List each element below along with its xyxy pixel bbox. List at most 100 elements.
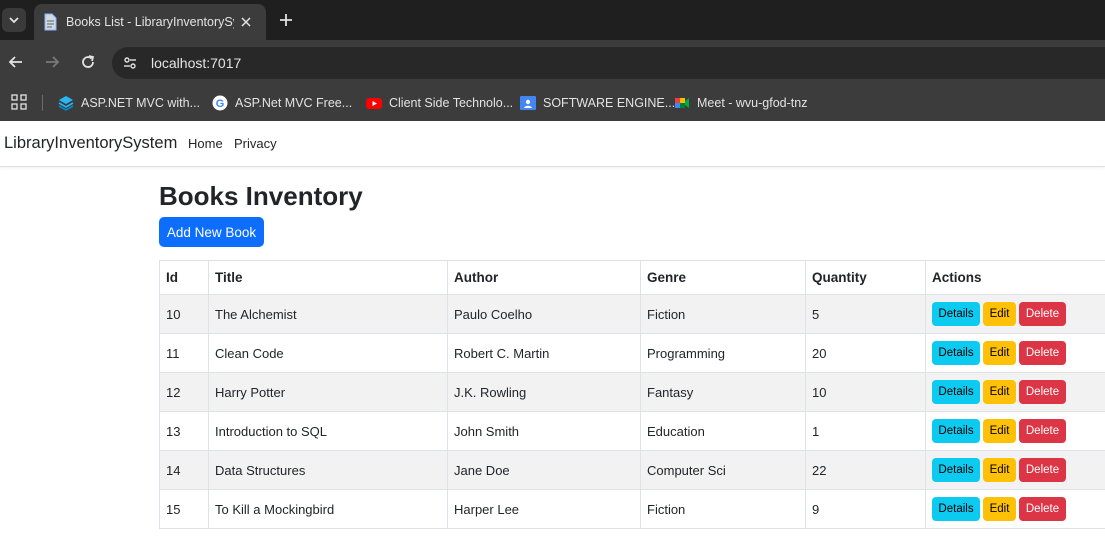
details-button[interactable]: Details [932,302,980,326]
brand-link[interactable]: LibraryInventorySystem [4,134,177,153]
table-header-row: Id Title Author Genre Quantity Actions [159,260,1105,295]
close-tab-icon[interactable] [238,14,254,30]
table-row: 11 Clean Code Robert C. Martin Programmi… [159,333,1105,373]
cell-author: Jane Doe [447,450,641,490]
delete-button[interactable]: Delete [1019,458,1066,482]
cell-actions: Details Edit Delete [925,372,1105,412]
classroom-icon [520,95,536,111]
chevron-down-icon [9,17,19,24]
delete-button[interactable]: Delete [1019,302,1066,326]
back-button[interactable] [6,52,26,72]
bookmark-label: Meet - wvu-gfod-tnz [697,96,808,110]
cell-title: To Kill a Mockingbird [208,489,448,529]
column-header-author: Author [447,260,641,295]
reload-icon [82,55,95,68]
browser-tab-strip: Books List - LibraryInventorySys [0,0,1105,40]
document-icon [44,13,57,31]
cell-quantity: 10 [805,372,926,412]
nav-link-home[interactable]: Home [188,136,223,151]
add-new-book-button[interactable]: Add New Book [159,217,264,247]
edit-button[interactable]: Edit [983,341,1016,365]
edit-button[interactable]: Edit [983,302,1016,326]
forward-button[interactable] [42,52,62,72]
details-button[interactable]: Details [932,419,980,443]
cell-author: J.K. Rowling [447,372,641,412]
delete-button[interactable]: Delete [1019,419,1066,443]
cell-genre: Computer Sci [640,450,806,490]
cell-id: 13 [159,411,209,451]
cell-genre: Programming [640,333,806,373]
edit-button[interactable]: Edit [983,458,1016,482]
apps-grid-icon[interactable] [11,94,27,110]
cell-quantity: 5 [805,294,926,334]
details-button[interactable]: Details [932,341,980,365]
cell-title: Data Structures [208,450,448,490]
delete-button[interactable]: Delete [1019,497,1066,521]
tab-title: Books List - LibraryInventorySys [66,15,234,29]
site-info-icon[interactable] [120,53,140,73]
table-row: 10 The Alchemist Paulo Coelho Fiction 5 … [159,294,1105,334]
bookmarks-divider [42,95,43,111]
delete-button[interactable]: Delete [1019,341,1066,365]
details-button[interactable]: Details [932,380,980,404]
cell-actions: Details Edit Delete [925,333,1105,373]
plus-icon [280,14,292,26]
table-row: 15 To Kill a Mockingbird Harper Lee Fict… [159,489,1105,529]
details-button[interactable]: Details [932,458,980,482]
cell-title: Harry Potter [208,372,448,412]
tab-search-button[interactable] [2,8,26,32]
new-tab-button[interactable] [276,10,296,30]
cell-actions: Details Edit Delete [925,411,1105,451]
cell-id: 15 [159,489,209,529]
app-navbar: LibraryInventorySystem Home Privacy [0,121,1105,167]
reload-button[interactable] [78,52,98,72]
browser-tab[interactable]: Books List - LibraryInventorySys [34,4,266,40]
edit-button[interactable]: Edit [983,419,1016,443]
bookmark-item[interactable]: SOFTWARE ENGINE... [520,85,675,121]
cell-actions: Details Edit Delete [925,450,1105,490]
google-icon: G [212,95,228,111]
bookmark-item[interactable]: ASP.NET MVC with... [58,85,200,121]
layers-icon [58,95,74,111]
cell-actions: Details Edit Delete [925,294,1105,334]
column-header-title: Title [208,260,448,295]
cell-genre: Fiction [640,489,806,529]
bookmark-item[interactable]: Client Side Technolo... [366,85,513,121]
arrow-left-icon [8,56,22,68]
cell-id: 10 [159,294,209,334]
url-text: localhost:7017 [151,55,242,71]
youtube-icon [366,95,382,111]
cell-title: Clean Code [208,333,448,373]
bookmark-label: ASP.NET MVC with... [81,96,201,110]
delete-button[interactable]: Delete [1019,380,1066,404]
cell-author: John Smith [447,411,641,451]
arrow-right-icon [46,56,60,68]
page-title: Books Inventory [159,181,363,211]
column-header-quantity: Quantity [805,260,926,295]
cell-quantity: 22 [805,450,926,490]
bookmark-label: Client Side Technolo... [389,96,514,110]
table-row: 14 Data Structures Jane Doe Computer Sci… [159,450,1105,490]
column-header-genre: Genre [640,260,806,295]
svg-text:G: G [216,98,225,110]
cell-author: Robert C. Martin [447,333,641,373]
bookmark-item[interactable]: G ASP.Net MVC Free... [212,85,352,121]
column-header-actions: Actions [925,260,1105,295]
details-button[interactable]: Details [932,497,980,521]
cell-author: Harper Lee [447,489,641,529]
books-table: Id Title Author Genre Quantity Actions 1… [159,260,1105,529]
address-bar[interactable]: localhost:7017 [112,47,1105,79]
bookmark-label: SOFTWARE ENGINE... [543,96,676,110]
edit-button[interactable]: Edit [983,497,1016,521]
table-row: 12 Harry Potter J.K. Rowling Fantasy 10 … [159,372,1105,412]
bookmark-item[interactable]: Meet - wvu-gfod-tnz [674,85,807,121]
cell-genre: Education [640,411,806,451]
cell-title: The Alchemist [208,294,448,334]
cell-id: 11 [159,333,209,373]
nav-link-privacy[interactable]: Privacy [234,136,277,151]
edit-button[interactable]: Edit [983,380,1016,404]
meet-icon [674,95,690,111]
cell-actions: Details Edit Delete [925,489,1105,529]
bookmark-label: ASP.Net MVC Free... [235,96,353,110]
browser-toolbar: localhost:7017 [0,40,1105,85]
